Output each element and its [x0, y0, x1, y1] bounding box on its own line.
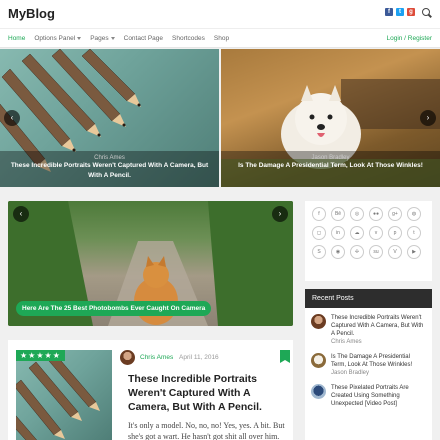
rating-stars: ★★★★★	[16, 350, 65, 361]
recent-post-thumbnail[interactable]	[311, 384, 326, 399]
slide-title[interactable]: Is The Damage A Presidential Term, Look …	[221, 161, 440, 171]
soundcloud-icon[interactable]: ☁	[350, 226, 364, 240]
linkedin-icon[interactable]: in	[331, 226, 345, 240]
caret-down-icon	[110, 36, 115, 40]
recent-post-item[interactable]: Is The Damage A Presidential Term, Look …	[305, 347, 432, 378]
slide-caption: Chris Ames These Incredible Portraits We…	[0, 151, 219, 187]
slide-caption: Jason Bradley Is The Damage A Presidenti…	[221, 151, 440, 187]
article-excerpt: It's only a model. No, no, no! Yes, yes.…	[128, 421, 285, 440]
main-navigation: Home Options Panel Pages Contact Page Sh…	[0, 28, 440, 48]
bookmark-icon[interactable]	[280, 350, 290, 363]
featured-prev-arrow-icon[interactable]: ‹	[13, 206, 29, 222]
sidebar-social-widget: f Bē ◎ ●● g+ ◍ ◻ in ☁ v p t S ◉ ✢ su V ▶	[305, 201, 432, 281]
google-plus-icon[interactable]: g+	[388, 207, 402, 221]
recent-posts-widget: Recent Posts These Incredible Portraits …	[305, 289, 432, 440]
recent-post-title[interactable]: These Incredible Portraits Weren't Captu…	[331, 314, 426, 338]
recent-post-thumbnail[interactable]	[311, 314, 326, 329]
reddit-icon[interactable]: ◉	[331, 245, 345, 259]
nav-item-label: Options Panel	[34, 35, 76, 42]
recent-post-thumbnail[interactable]	[311, 353, 326, 368]
deviantart-icon[interactable]: ✢	[350, 245, 364, 259]
social-icon-grid: f Bē ◎ ●● g+ ◍ ◻ in ☁ v p t S ◉ ✢ su V ▶	[312, 207, 425, 259]
nav-item-shop[interactable]: Shop	[214, 35, 229, 42]
nav-item-home[interactable]: Home	[8, 35, 25, 42]
nav-item-pages[interactable]: Pages	[90, 35, 115, 42]
hero-slider: Chris Ames These Incredible Portraits We…	[0, 49, 440, 187]
facebook-icon[interactable]: f	[312, 207, 326, 221]
slide-dog-presidential[interactable]: Jason Bradley Is The Damage A Presidenti…	[221, 49, 440, 187]
slide-pencil-portraits[interactable]: Chris Ames These Incredible Portraits We…	[0, 49, 219, 187]
tumblr-icon[interactable]: t	[407, 226, 421, 240]
article-date: April 11, 2016	[179, 354, 219, 361]
author-avatar[interactable]	[120, 350, 135, 365]
article-card: ★★★★★ Chris Ames April 11, 2016 These In…	[8, 340, 293, 440]
nav-item-shortcodes[interactable]: Shortcodes	[172, 35, 205, 42]
slider-prev-arrow-icon[interactable]: ‹	[4, 110, 20, 126]
facebook-icon[interactable]: f	[385, 8, 393, 16]
pencils-image	[16, 354, 100, 440]
article-byline: Chris Ames April 11, 2016	[140, 354, 219, 361]
dribbble-icon[interactable]: ◎	[350, 207, 364, 221]
site-header: MyBlog f t g	[0, 0, 440, 28]
nav-item-contact-page[interactable]: Contact Page	[124, 35, 163, 42]
nav-item-options-panel[interactable]: Options Panel	[34, 35, 82, 42]
stumbleupon-icon[interactable]: su	[369, 245, 383, 259]
slider-next-arrow-icon[interactable]: ›	[420, 110, 436, 126]
recent-posts-heading: Recent Posts	[305, 289, 432, 308]
google-plus-icon[interactable]: g	[407, 8, 415, 16]
article-title[interactable]: These Incredible Portraits Weren't Captu…	[128, 372, 288, 414]
article-author[interactable]: Chris Ames	[140, 354, 173, 361]
recent-post-title[interactable]: These Pixelated Portraits Are Created Us…	[331, 384, 426, 408]
featured-caption[interactable]: Here Are The 25 Best Photobombs Ever Cau…	[16, 301, 212, 316]
article-thumbnail[interactable]: ★★★★★	[16, 350, 112, 440]
site-logo[interactable]: MyBlog	[8, 6, 55, 21]
featured-next-arrow-icon[interactable]: ›	[272, 206, 288, 222]
header-social-links: f t g	[385, 8, 432, 18]
slide-title[interactable]: These Incredible Portraits Weren't Captu…	[0, 161, 219, 181]
recent-post-author[interactable]: Chris Ames	[331, 338, 426, 347]
recent-post-item[interactable]: These Pixelated Portraits Are Created Us…	[305, 378, 432, 408]
featured-post-photobombs[interactable]: ‹ › Here Are The 25 Best Photobombs Ever…	[8, 201, 293, 326]
recent-post-title[interactable]: Is The Damage A Presidential Term, Look …	[331, 353, 426, 369]
youtube-icon[interactable]: ▶	[407, 245, 421, 259]
recent-post-item[interactable]: These Incredible Portraits Weren't Captu…	[305, 308, 432, 347]
caret-down-icon	[77, 36, 82, 40]
instagram-icon[interactable]: ◻	[312, 226, 326, 240]
github-icon[interactable]: ◍	[407, 207, 421, 221]
behance-icon[interactable]: Bē	[331, 207, 345, 221]
vimeo-icon[interactable]: v	[369, 226, 383, 240]
vine-icon[interactable]: V	[388, 245, 402, 259]
skype-icon[interactable]: S	[312, 245, 326, 259]
flickr-icon[interactable]: ●●	[369, 207, 383, 221]
twitter-icon[interactable]: t	[396, 8, 404, 16]
login-register-link[interactable]: Login / Register	[386, 35, 432, 42]
nav-item-label: Pages	[90, 35, 109, 42]
recent-post-author[interactable]: Jason Bradley	[331, 369, 426, 378]
pinterest-icon[interactable]: p	[388, 226, 402, 240]
search-icon[interactable]	[422, 8, 432, 18]
